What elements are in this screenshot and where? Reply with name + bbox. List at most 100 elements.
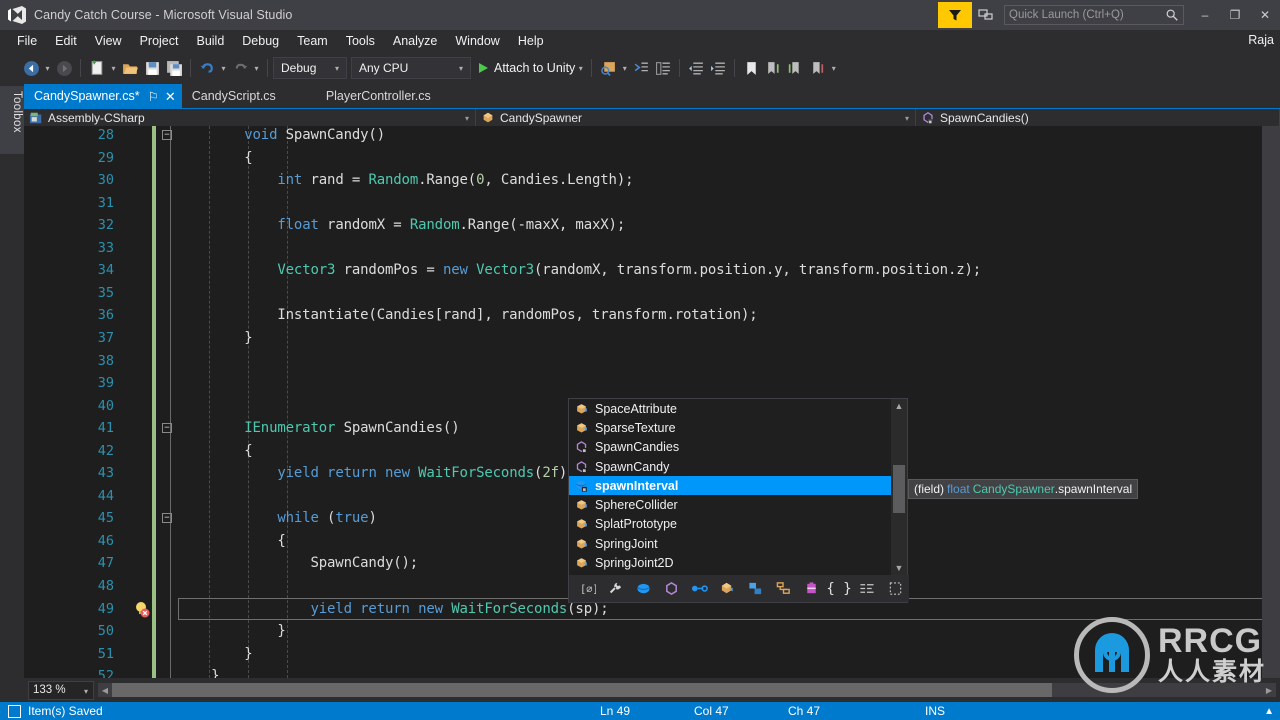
common-icon[interactable]: [⌀] [573, 578, 601, 600]
completion-item[interactable]: SphereCollider [569, 495, 891, 514]
interface-icon[interactable] [713, 578, 741, 600]
code-text[interactable]: yield return new WaitForSeconds(sp); [178, 598, 608, 621]
completion-item[interactable]: SpringJoint2D [569, 553, 891, 572]
tab-candyscript-cs[interactable]: CandyScript.cs [182, 84, 286, 108]
struct-icon[interactable] [741, 578, 769, 600]
code-text[interactable]: void SpawnCandy() [178, 126, 385, 147]
close-icon[interactable]: ✕ [165, 90, 176, 103]
menu-item-tools[interactable]: Tools [337, 31, 384, 51]
completion-item[interactable]: SpawnCandies [569, 438, 891, 457]
navbar-project-dropdown[interactable]: Assembly-CSharp ▾ [24, 109, 476, 127]
wrench-icon[interactable] [601, 578, 629, 600]
completion-item[interactable]: spawnInterval [569, 476, 891, 496]
menu-item-file[interactable]: File [8, 31, 46, 51]
completion-list[interactable]: SpaceAttribute SparseTexture SpawnCandies S… [569, 399, 891, 575]
vertical-scrollbar[interactable] [1262, 126, 1280, 678]
new-project-caret-icon[interactable]: ▾ [108, 56, 119, 80]
menu-item-window[interactable]: Window [446, 31, 508, 51]
horizontal-scrollbar[interactable]: ◀ ▶ [98, 683, 1276, 697]
code-text[interactable]: yield return new WaitForSeconds(2f); [178, 462, 575, 485]
new-project-icon[interactable] [86, 56, 108, 80]
class-icon[interactable] [657, 578, 685, 600]
fold-toggle-icon[interactable]: − [162, 423, 172, 434]
lightbulb-error-icon[interactable] [134, 601, 151, 618]
code-text[interactable]: IEnumerator SpawnCandies() [178, 417, 459, 440]
fold-toggle-icon[interactable]: − [162, 130, 172, 140]
previous-bookmark-icon[interactable] [762, 56, 784, 80]
attach-dropdown-caret-icon[interactable]: ▾ [575, 56, 586, 80]
send-feedback-button[interactable] [972, 2, 1000, 28]
code-line[interactable]: 38 [24, 350, 1280, 373]
code-line[interactable]: 30 int rand = Random.Range(0, Candies.Le… [24, 169, 1280, 192]
completion-item[interactable]: SplatPrototype [569, 515, 891, 534]
properties-icon[interactable] [853, 578, 881, 600]
find-in-files-icon[interactable] [597, 56, 619, 80]
menu-item-edit[interactable]: Edit [46, 31, 86, 51]
code-line[interactable]: 28 − void SpawnCandy() [24, 126, 1280, 147]
undo-dropdown-caret-icon[interactable]: ▾ [218, 56, 229, 80]
account-name[interactable]: Raja [1248, 33, 1274, 47]
menu-item-debug[interactable]: Debug [233, 31, 288, 51]
completion-scrollbar[interactable]: ▲ ▼ [891, 399, 907, 575]
completion-item[interactable]: SpaceAttribute [569, 399, 891, 418]
code-line[interactable]: 39 [24, 372, 1280, 395]
code-text[interactable]: { [178, 147, 252, 170]
fold-toggle-icon[interactable]: − [162, 513, 172, 524]
clear-bookmarks-icon[interactable] [806, 56, 828, 80]
completion-filter-tabs[interactable]: [⌀] [569, 575, 909, 602]
hscrollbar-thumb[interactable] [112, 683, 1052, 697]
quick-launch-input[interactable]: Quick Launch (Ctrl+Q) [1004, 5, 1184, 25]
open-file-icon[interactable] [119, 56, 141, 80]
chevron-down-icon[interactable]: ▾ [84, 687, 88, 696]
code-text[interactable]: SpawnCandy(); [178, 552, 418, 575]
chevron-down-icon[interactable]: ▾ [451, 64, 468, 73]
solution-platform-combobox[interactable]: Any CPU ▾ [351, 57, 471, 79]
scrollbar-thumb[interactable] [893, 465, 905, 513]
save-all-icon[interactable] [163, 56, 185, 80]
menu-item-view[interactable]: View [86, 31, 131, 51]
navigate-forward-icon[interactable] [53, 56, 75, 80]
scroll-left-icon[interactable]: ◀ [98, 683, 112, 697]
attach-to-unity-button[interactable]: Attach to Unity ▾ [479, 56, 586, 80]
find-dropdown-caret-icon[interactable]: ▾ [619, 56, 630, 80]
redo-dropdown-caret-icon[interactable]: ▾ [251, 56, 262, 80]
code-text[interactable]: } [178, 665, 219, 678]
menu-item-help[interactable]: Help [509, 31, 553, 51]
uncomment-selection-icon[interactable] [652, 56, 674, 80]
code-line[interactable]: 50 } [24, 620, 1280, 643]
maximize-button[interactable]: ❐ [1220, 0, 1250, 30]
tab-candyspawner-cs[interactable]: CandySpawner.cs* ⚐ ✕ [24, 84, 182, 108]
navbar-member-dropdown[interactable]: SpawnCandies() [916, 109, 1280, 127]
code-text[interactable]: while (true) [178, 507, 377, 530]
toggle-bookmark-icon[interactable] [740, 56, 762, 80]
namespace-icon[interactable] [629, 578, 657, 600]
completion-item[interactable]: SparseTexture [569, 418, 891, 437]
enum-icon[interactable] [685, 578, 713, 600]
navbar-type-dropdown[interactable]: CandySpawner ▾ [476, 109, 916, 127]
event-icon[interactable] [769, 578, 797, 600]
next-bookmark-icon[interactable] [784, 56, 806, 80]
code-text[interactable]: { [178, 530, 285, 553]
menu-item-analyze[interactable]: Analyze [384, 31, 446, 51]
snippet-icon[interactable] [881, 578, 909, 600]
comment-selection-icon[interactable] [630, 56, 652, 80]
code-line[interactable]: 36 Instantiate(Candies[rand], randomPos,… [24, 304, 1280, 327]
code-line[interactable]: 34 Vector3 randomPos = new Vector3(rando… [24, 259, 1280, 282]
pin-icon[interactable]: ⚐ [148, 89, 159, 104]
tab-playercontroller-cs[interactable]: PlayerController.cs [316, 84, 441, 108]
delegate-icon[interactable] [797, 578, 825, 600]
chevron-down-icon[interactable]: ▾ [905, 114, 909, 123]
zoom-level-combobox[interactable]: 133 % ▾ [28, 680, 94, 700]
minimize-button[interactable]: – [1190, 0, 1220, 30]
code-line[interactable]: 32 float randomX = Random.Range(-maxX, m… [24, 214, 1280, 237]
code-line[interactable]: 51 } [24, 643, 1280, 666]
search-icon[interactable] [1165, 8, 1179, 25]
code-line[interactable]: 35 [24, 282, 1280, 305]
menu-item-team[interactable]: Team [288, 31, 337, 51]
code-line[interactable]: 31 [24, 192, 1280, 215]
code-text[interactable]: float randomX = Random.Range(-maxX, maxX… [178, 214, 625, 237]
code-text[interactable]: Instantiate(Candies[rand], randomPos, tr… [178, 304, 757, 327]
close-button[interactable]: ✕ [1250, 0, 1280, 30]
intellisense-completion-popup[interactable]: SpaceAttribute SparseTexture SpawnCandies S… [568, 398, 909, 603]
menu-item-project[interactable]: Project [131, 31, 188, 51]
